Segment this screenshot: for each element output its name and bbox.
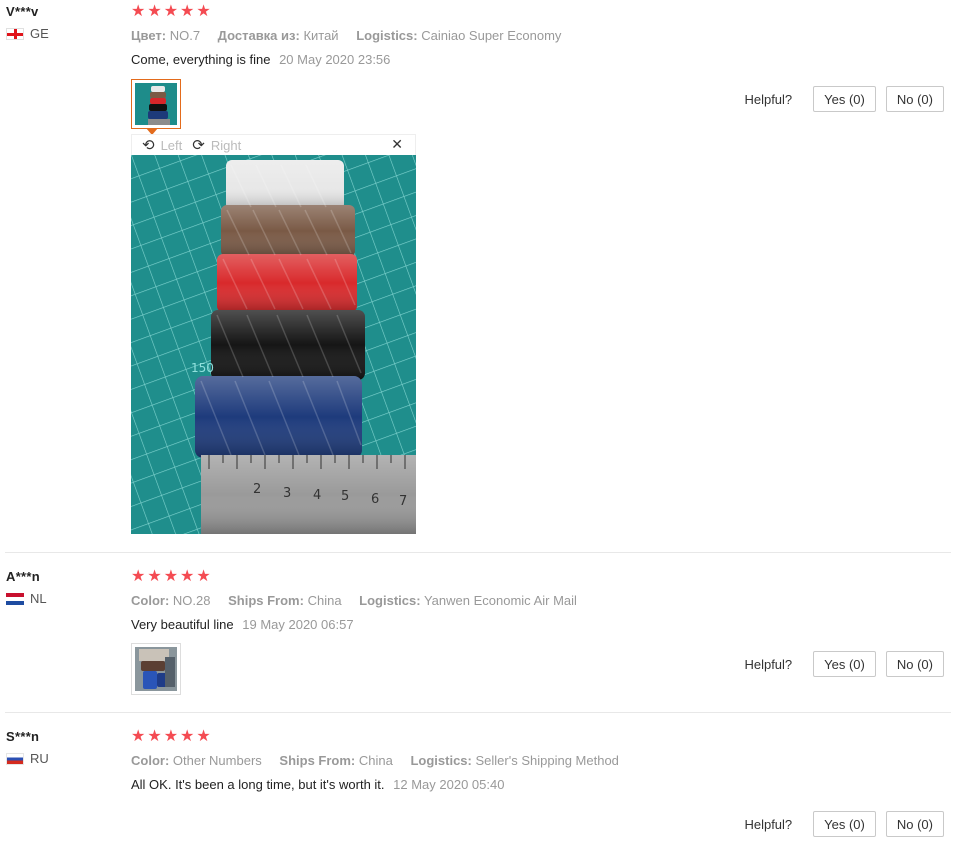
review-content: ★★★★★ Color: NO.28 Ships From: China Log… [131,568,831,633]
reviewer-info: V***v GE [6,4,116,41]
thumbnail-image [135,83,177,125]
order-info: Color: NO.28 Ships From: China Logistics… [131,593,831,608]
reviewer-country: NL [6,591,116,606]
helpful-yes-button[interactable]: Yes (0) [813,651,876,677]
ruler-tick-label: 2 [253,482,261,497]
ruler-tick-label: 4 [313,488,321,503]
logistics-value: Yanwen Economic Air Mail [423,593,577,608]
georgia-flag-icon [6,27,24,40]
helpful-label: Helpful? [744,656,793,672]
comment-text: All OK. It's been a long time, but it's … [131,777,385,792]
helpful-yes-button[interactable]: Yes (0) [813,811,876,837]
review-divider [5,712,951,713]
ruler-tick-label: 7 [399,494,407,509]
netherlands-flag-icon [6,592,24,605]
reviewer-name: A***n [6,569,41,584]
thumbnail-image [135,647,177,691]
ruler-tick-label: 3 [283,486,291,501]
reviewer-country: GE [6,26,116,41]
review-content: ★★★★★ Color: Other Numbers Ships From: C… [131,728,831,793]
photo-viewer: ⟲ Left ⟳ Right ✕ 2 3 4 5 6 7 150 [131,134,416,534]
logistics-label: Logistics: [410,753,472,768]
viewer-toolbar: ⟲ Left ⟳ Right ✕ [131,134,416,155]
review-comment: Come, everything is fine 20 May 2020 23:… [131,52,831,67]
reviewer-name: S***n [6,729,40,744]
logistics-label: Logistics: [359,593,421,608]
reviewer-info: S***n RU [6,729,116,766]
color-label: Color: [131,593,170,608]
helpful-no-button[interactable]: No (0) [885,86,944,112]
review-photo-thumbnail[interactable] [131,643,181,695]
rotate-left-label: Left [160,137,183,153]
rotate-right-button[interactable]: ⟳ Right [192,138,241,153]
helpful-vote: Helpful? Yes (0) No (0) [744,811,944,837]
ruler-tick-label: 5 [341,489,349,504]
review-photo-thumbnail[interactable] [131,79,181,129]
review-content: ★★★★★ Цвет: NO.7 Доставка из: Китай Logi… [131,3,831,68]
review-date: 12 May 2020 05:40 [393,777,505,792]
close-icon[interactable]: ✕ [391,136,403,153]
star-rating: ★★★★★ [131,3,213,20]
logistics-label: Logistics: [356,28,418,43]
star-rating: ★★★★★ [131,568,213,585]
helpful-yes-button[interactable]: Yes (0) [813,86,876,112]
rotate-left-button[interactable]: ⟲ Left [142,138,182,153]
color-label: Color: [131,753,170,768]
helpful-no-button[interactable]: No (0) [885,811,944,837]
logistics-value: Cainiao Super Economy [421,28,562,43]
review-comment: All OK. It's been a long time, but it's … [131,777,831,792]
order-info: Цвет: NO.7 Доставка из: Китай Logistics:… [131,28,831,43]
color-value: NO.28 [172,593,211,608]
ships-from-value: Китай [303,28,339,43]
ships-from-label: Доставка из: [217,28,300,43]
logistics-value: Seller's Shipping Method [475,753,619,768]
rotate-right-icon: ⟳ [192,136,205,154]
color-value: NO.7 [169,28,201,43]
reviewer-info: A***n NL [6,569,116,606]
color-value: Other Numbers [172,753,262,768]
ships-from-value: China [358,753,393,768]
helpful-vote: Helpful? Yes (0) No (0) [744,86,944,112]
country-code: RU [30,751,49,766]
helpful-vote: Helpful? Yes (0) No (0) [744,651,944,677]
review-divider [5,552,951,553]
mat-number: 150 [191,361,214,375]
order-info: Color: Other Numbers Ships From: China L… [131,753,831,768]
country-code: GE [30,26,49,41]
review-date: 20 May 2020 23:56 [279,52,391,67]
helpful-no-button[interactable]: No (0) [885,651,944,677]
review-date: 19 May 2020 06:57 [242,617,354,632]
review-photo: 2 3 4 5 6 7 150 [131,155,416,534]
reviewer-country: RU [6,751,116,766]
rotate-left-icon: ⟲ [142,136,155,154]
review-comment: Very beautiful line 19 May 2020 06:57 [131,617,831,632]
reviewer-name: V***v [6,4,39,19]
comment-text: Come, everything is fine [131,52,271,67]
rotate-right-label: Right [210,137,242,153]
star-rating: ★★★★★ [131,728,213,745]
color-label: Цвет: [131,28,167,43]
ships-from-value: China [307,593,342,608]
ships-from-label: Ships From: [228,593,304,608]
helpful-label: Helpful? [744,816,793,832]
russia-flag-icon [6,752,24,765]
helpful-label: Helpful? [744,91,793,107]
country-code: NL [30,591,47,606]
ruler-tick-label: 6 [371,492,379,507]
ships-from-label: Ships From: [279,753,356,768]
comment-text: Very beautiful line [131,617,234,632]
